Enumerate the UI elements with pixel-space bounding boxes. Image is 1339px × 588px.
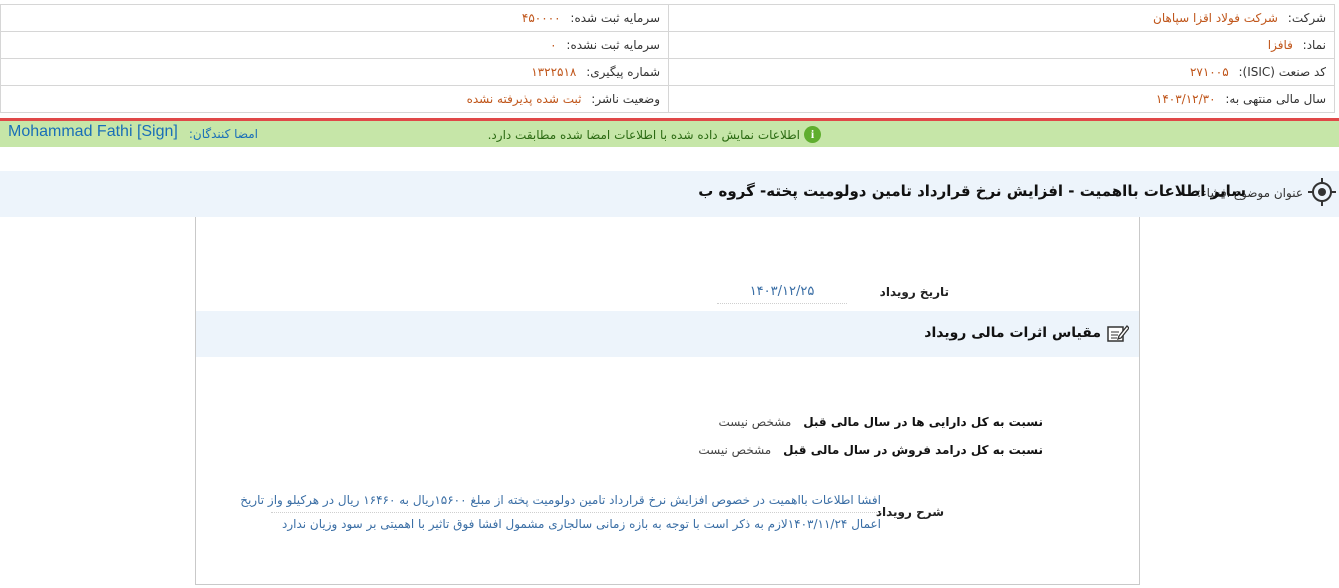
signature-message-text: اطلاعات نمایش داده شده با اطلاعات امضا ش… [487, 127, 800, 142]
fiscal-year-cell: سال مالی منتهی به: ۱۴۰۳/۱۲/۳۰ [668, 85, 1335, 113]
capital-registered-cell: سرمایه ثبت شده: ۴۵۰۰۰۰ [0, 4, 669, 32]
event-description-line-1: افشا اطلاعات بااهمیت در خصوص افزایش نرخ … [240, 489, 881, 513]
assets-ratio-label: نسبت به کل دارایی ها در سال مالی قبل [803, 415, 1043, 429]
assets-ratio-value: مشخص نیست [718, 415, 792, 429]
isic-value: ۲۷۱۰۰۵ [1189, 65, 1229, 79]
capital-unregistered-label: سرمایه ثبت نشده: [566, 38, 660, 52]
assets-ratio-row: نسبت به کل دارایی ها در سال مالی قبل مشخ… [719, 415, 1043, 429]
publisher-status-cell: وضعیت ناشر: ثبت شده پذیرفته نشده [0, 85, 669, 113]
symbol-value: فافزا [1267, 38, 1293, 52]
info-icon: i [804, 126, 821, 143]
capital-registered-label: سرمایه ثبت شده: [570, 11, 660, 25]
capital-unregistered-cell: سرمایه ثبت نشده: ۰ [0, 31, 669, 59]
capital-registered-value: ۴۵۰۰۰۰ [521, 11, 561, 25]
disclosure-title: سایر اطلاعات بااهمیت - افزایش نرخ قراردا… [698, 182, 1246, 200]
company-label: شرکت: [1287, 11, 1326, 25]
tracking-cell: شماره پیگیری: ۱۳۲۲۵۱۸ [0, 58, 669, 86]
tracking-label: شماره پیگیری: [586, 65, 660, 79]
event-date-value: ۱۴۰۳/۱۲/۲۵ [717, 284, 847, 304]
event-description-text: افشا اطلاعات بااهمیت در خصوص افزایش نرخ … [240, 489, 881, 536]
disclosure-title-bar: عنوان موضوع افشاء: سایر اطلاعات بااهمیت … [0, 171, 1339, 217]
company-cell: شرکت: شرکت فولاد اقزا سپاهان [668, 4, 1335, 32]
signers-label: امضا کنندگان: [188, 127, 258, 141]
event-date-label: تاریخ رویداد [879, 285, 949, 299]
revenue-ratio-row: نسبت به کل درامد فروش در سال مالی قبل مش… [698, 443, 1043, 457]
event-description-label: شرح رویداد [875, 505, 944, 519]
tracking-value: ۱۳۲۲۵۱۸ [531, 65, 577, 79]
isic-label: کد صنعت (ISIC): [1238, 65, 1326, 79]
target-icon [1308, 178, 1336, 206]
revenue-ratio-value: مشخص نیست [698, 443, 772, 457]
financial-effects-section-header: مقیاس اثرات مالی رویداد [196, 311, 1139, 357]
company-info-table: شرکت: شرکت فولاد اقزا سپاهان سرمایه ثبت … [0, 4, 1335, 113]
event-details-panel: تاریخ رویداد ۱۴۰۳/۱۲/۲۵ مقیاس اثرات مالی… [195, 217, 1140, 585]
financial-effects-title: مقیاس اثرات مالی رویداد [924, 325, 1101, 341]
publisher-status-label: وضعیت ناشر: [591, 92, 660, 106]
fiscal-year-value: ۱۴۰۳/۱۲/۳۰ [1155, 92, 1216, 106]
isic-cell: کد صنعت (ISIC): ۲۷۱۰۰۵ [668, 58, 1335, 86]
capital-unregistered-value: ۰ [550, 38, 557, 52]
symbol-label: نماد: [1302, 38, 1326, 52]
signer-link[interactable]: Mohammad Fathi [Sign] [8, 123, 178, 141]
edit-icon [1107, 325, 1129, 342]
publisher-status-value: ثبت شده پذیرفته نشده [466, 92, 582, 106]
signature-verified-message: i اطلاعات نمایش داده شده با اطلاعات امضا… [488, 126, 821, 143]
signature-bar: امضا کنندگان: Mohammad Fathi [Sign] i اط… [0, 121, 1339, 147]
symbol-cell: نماد: فافزا [668, 31, 1335, 59]
revenue-ratio-label: نسبت به کل درامد فروش در سال مالی قبل [783, 443, 1043, 457]
event-description-line-2: اعمال ۱۴۰۳/۱۱/۲۴لازم به ذکر است با توجه … [281, 517, 881, 531]
company-value: شرکت فولاد اقزا سپاهان [1153, 11, 1278, 25]
fiscal-year-label: سال مالی منتهی به: [1225, 92, 1326, 106]
